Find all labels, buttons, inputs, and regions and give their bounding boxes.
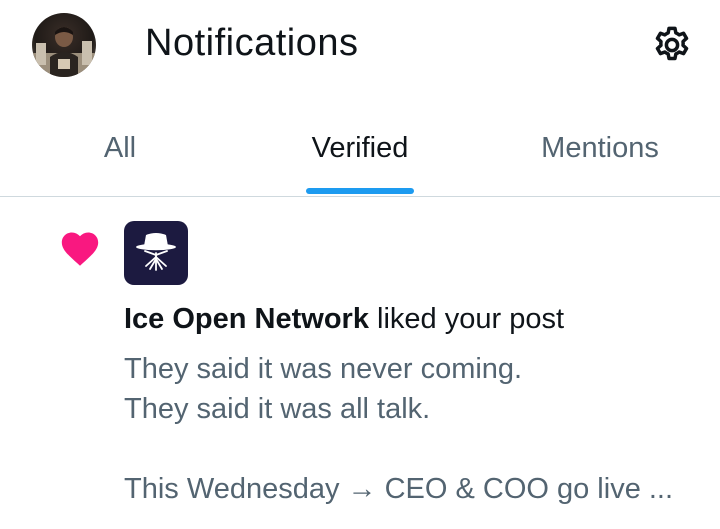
tab-mentions-label: Mentions bbox=[541, 131, 659, 164]
header: Notifications bbox=[0, 0, 720, 100]
ice-open-network-logo[interactable] bbox=[124, 221, 188, 285]
settings-button[interactable] bbox=[650, 23, 694, 67]
avatar[interactable] bbox=[32, 13, 96, 77]
post-preview-line: This Wednesday → CEO & COO go live ... bbox=[124, 473, 674, 505]
tab-all-label: All bbox=[103, 131, 137, 164]
post-preview-line bbox=[124, 429, 704, 469]
active-tab-indicator bbox=[306, 188, 414, 194]
post-preview-line: They said it was all talk. bbox=[124, 393, 431, 425]
gear-icon bbox=[655, 26, 689, 61]
notification-tabs: All Verified Mentions bbox=[0, 100, 720, 197]
tab-mentions[interactable]: Mentions bbox=[480, 100, 720, 196]
notification-action: liked your post bbox=[368, 303, 565, 335]
actor-name[interactable]: Ice Open Network bbox=[124, 303, 369, 335]
post-preview-line: They said it was never coming. bbox=[124, 353, 523, 385]
notification-item[interactable]: Ice Open Network liked your post They sa… bbox=[0, 197, 720, 529]
tab-verified-label: Verified bbox=[311, 131, 409, 164]
ice-open-network-logo-icon bbox=[136, 233, 176, 271]
post-preview: They said it was never coming. They said… bbox=[124, 349, 704, 509]
tab-all[interactable]: All bbox=[0, 100, 240, 196]
avatar-photo-icon bbox=[32, 27, 96, 77]
notification-title: Ice Open Network liked your post bbox=[124, 303, 564, 336]
page-title: Notifications bbox=[145, 22, 359, 64]
tab-verified[interactable]: Verified bbox=[240, 100, 480, 196]
heart-icon bbox=[61, 232, 99, 266]
